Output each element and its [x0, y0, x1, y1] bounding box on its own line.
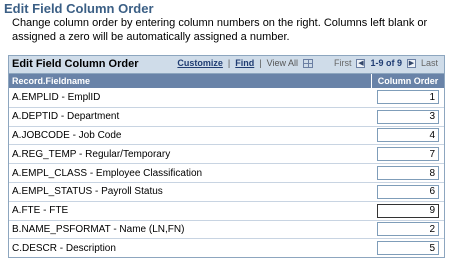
- grid-navigation: Customize | Find | View All First ◀ 1-9 …: [177, 58, 438, 68]
- prev-arrow-icon[interactable]: ◀: [356, 58, 366, 68]
- table-row: A.JOBCODE - Job Code: [9, 125, 444, 145]
- instructions-text: Change column order by entering column n…: [12, 17, 428, 43]
- table-row: A.EMPLID - EmplID: [9, 88, 444, 107]
- column-order-input[interactable]: [377, 147, 439, 162]
- grid-body: A.EMPLID - EmplID A.DEPTID - Department …: [9, 88, 444, 257]
- column-order-grid: Edit Field Column Order Customize | Find…: [8, 55, 445, 258]
- table-row: B.NAME_PSFORMAT - Name (LN,FN): [9, 219, 444, 239]
- grid-header: Edit Field Column Order Customize | Find…: [9, 56, 444, 74]
- find-link[interactable]: Find: [235, 58, 254, 68]
- field-name: A.EMPL_CLASS - Employee Classification: [12, 167, 203, 179]
- separator: |: [227, 58, 231, 68]
- field-name: A.EMPL_STATUS - Payroll Status: [12, 186, 163, 198]
- field-name: C.DESCR - Description: [12, 242, 116, 254]
- table-row: A.EMPL_STATUS - Payroll Status: [9, 181, 444, 201]
- separator: |: [259, 58, 262, 68]
- field-name: A.JOBCODE - Job Code: [12, 129, 122, 141]
- column-order-input[interactable]: [377, 128, 439, 143]
- field-name: A.REG_TEMP - Regular/Temporary: [12, 148, 171, 160]
- column-order-input[interactable]: [377, 241, 439, 256]
- column-order-header: Column Order: [371, 74, 444, 88]
- table-row: A.DEPTID - Department: [9, 106, 444, 126]
- field-name: A.DEPTID - Department: [12, 111, 120, 123]
- row-range: 1-9 of 9: [370, 58, 402, 68]
- customize-link[interactable]: Customize: [177, 58, 223, 68]
- page-title: Edit Field Column Order: [4, 1, 154, 16]
- column-order-input[interactable]: [377, 203, 439, 218]
- grid-icon[interactable]: [302, 58, 313, 68]
- column-order-input[interactable]: [377, 222, 439, 237]
- field-name: A.FTE - FTE: [12, 205, 69, 217]
- column-order-input[interactable]: [377, 184, 439, 199]
- column-order-input[interactable]: [377, 166, 439, 181]
- column-order-input[interactable]: [377, 109, 439, 124]
- table-row: A.FTE - FTE: [9, 200, 444, 220]
- column-order-input[interactable]: [377, 90, 439, 105]
- column-headers: Record.Fieldname Column Order: [9, 74, 444, 88]
- last-link[interactable]: Last: [421, 58, 438, 68]
- field-name: B.NAME_PSFORMAT - Name (LN,FN): [12, 223, 185, 235]
- next-arrow-icon[interactable]: ▶: [406, 58, 416, 68]
- fieldname-column-header: Record.Fieldname: [12, 76, 91, 86]
- table-row: C.DESCR - Description: [9, 238, 444, 257]
- table-row: A.EMPL_CLASS - Employee Classification: [9, 163, 444, 182]
- table-row: A.REG_TEMP - Regular/Temporary: [9, 144, 444, 163]
- first-link[interactable]: First: [334, 58, 352, 68]
- grid-title: Edit Field Column Order: [12, 58, 139, 70]
- field-name: A.EMPLID - EmplID: [12, 91, 101, 103]
- view-all-link[interactable]: View All: [267, 58, 298, 68]
